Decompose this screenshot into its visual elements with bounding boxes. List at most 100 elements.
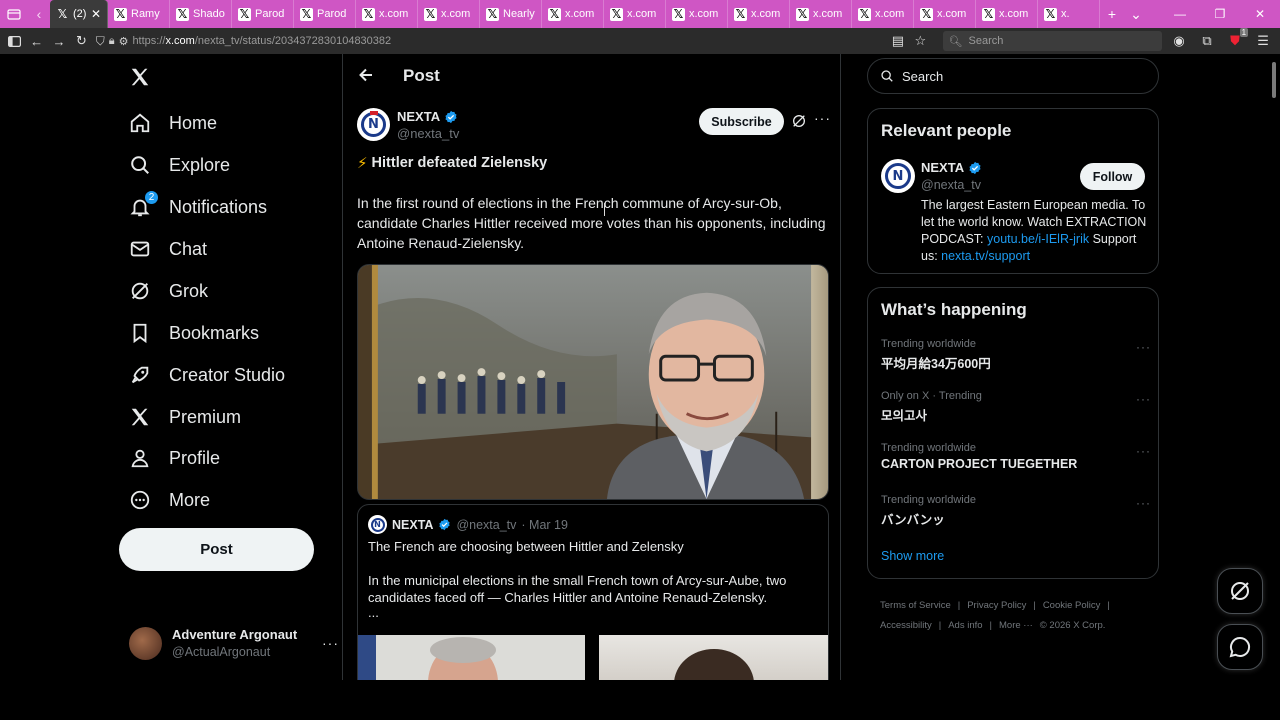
bookmark-star-icon[interactable]: ☆ [912, 30, 928, 52]
tab-list-chevron-icon[interactable]: ⌄ [1124, 0, 1148, 28]
avatar [129, 626, 162, 660]
browser-tab[interactable]: 𝕏x.com [542, 0, 604, 28]
trend-more-icon[interactable]: ··· [1136, 392, 1151, 406]
subscribe-button[interactable]: Subscribe [699, 108, 784, 135]
new-tab-button[interactable]: + [1100, 0, 1124, 28]
browser-tab[interactable]: 𝕏x.com [666, 0, 728, 28]
account-icon[interactable]: ◉ [1168, 30, 1190, 52]
account-switcher[interactable]: Adventure Argonaut @ActualArgonaut ··· [129, 624, 339, 662]
footer-link[interactable]: Terms of Service [880, 600, 951, 611]
menu-icon[interactable]: ☰ [1252, 30, 1274, 52]
reload-icon[interactable]: ↻ [73, 30, 89, 52]
browser-tab[interactable]: 𝕏 Nearly [480, 0, 542, 28]
sidebar-item-chat[interactable]: Chat [119, 229, 207, 269]
address-bar[interactable]: ⛉ 🔒︎ ⚙︎ https://x.com/nexta_tv/status/20… [96, 34, 756, 49]
post-button[interactable]: Post [119, 528, 314, 571]
back-arrow-icon[interactable] [357, 66, 375, 84]
browser-tab[interactable]: 𝕏x.com [418, 0, 480, 28]
footer-link[interactable]: More ··· [999, 620, 1033, 631]
follow-button[interactable]: Follow [1080, 163, 1145, 190]
sidebar-item-home[interactable]: Home [119, 103, 217, 143]
bio-link-support[interactable]: nexta.tv/support [941, 249, 1030, 263]
back-icon[interactable]: ← [28, 30, 44, 52]
browser-tab[interactable]: 𝕏x. [1038, 0, 1100, 28]
trend-meta: Trending worldwide [881, 338, 976, 350]
reader-view-icon[interactable]: ▤ [890, 30, 906, 52]
browser-tab[interactable]: 𝕏 Ramy [108, 0, 170, 28]
browser-tab[interactable]: 𝕏x.com [852, 0, 914, 28]
quoted-image-left[interactable] [358, 635, 585, 680]
more-dots-icon[interactable]: ··· [322, 635, 339, 651]
author-name-link[interactable]: NEXTA [397, 109, 458, 124]
forward-icon[interactable]: → [51, 30, 67, 52]
ublock-icon[interactable]: ⛊ 1 [1224, 28, 1249, 52]
trend-more-icon[interactable]: ··· [1136, 496, 1151, 510]
browser-tab[interactable]: 𝕏 Parod [294, 0, 356, 28]
browser-tab[interactable]: 𝕏x.com [356, 0, 418, 28]
trend-item[interactable]: Trending worldwide バンバンッ ··· [881, 494, 1151, 534]
x-favicon-icon: 𝕏 [982, 7, 995, 21]
sidebar-item-bookmarks[interactable]: Bookmarks [119, 313, 259, 353]
tab-scroll-left-icon[interactable]: ‹ [28, 0, 50, 28]
trend-item[interactable]: Trending worldwide CARTON PROJECT TUEGETH… [881, 442, 1151, 482]
trend-more-icon[interactable]: ··· [1136, 340, 1151, 354]
page-scrollbar[interactable] [1272, 62, 1276, 98]
post-image[interactable] [357, 264, 829, 500]
sidebar-item-explore[interactable]: Explore [119, 145, 230, 185]
grok-icon [129, 280, 151, 302]
verified-badge-icon [439, 518, 451, 531]
browser-tab[interactable]: 𝕏 Shado [170, 0, 232, 28]
browser-tab-label: x.com [379, 8, 409, 20]
quoted-image-right[interactable] [599, 635, 828, 680]
browser-tab[interactable]: 𝕏 (2) ✕ [50, 0, 108, 28]
sidebar-item-label: Notifications [169, 196, 268, 217]
sidebar-toggle-icon[interactable] [6, 30, 22, 52]
extensions-icon[interactable]: ⧉ [1196, 30, 1218, 52]
trend-name: 모의고사 [881, 409, 928, 423]
close-tab-icon[interactable]: ✕ [91, 7, 101, 21]
author-avatar[interactable]: N [357, 108, 390, 141]
search-input[interactable]: Search [867, 58, 1159, 94]
sidebar-item-more[interactable]: More [119, 480, 210, 520]
minimize-icon[interactable]: — [1160, 0, 1200, 28]
footer-link[interactable]: Cookie Policy [1043, 600, 1101, 611]
post-more-icon[interactable]: ··· [814, 110, 831, 126]
shield-icon[interactable]: ⛉ [96, 34, 105, 49]
sidebar-item-profile[interactable]: Profile [119, 438, 220, 478]
browser-tab[interactable]: 𝕏x.com [976, 0, 1038, 28]
footer-link[interactable]: © 2026 X Corp. [1040, 620, 1106, 631]
browser-tab[interactable]: 𝕏x.com [604, 0, 666, 28]
lock-icon[interactable]: 🔒︎ [109, 35, 115, 48]
permissions-icon[interactable]: ⚙︎ [119, 35, 129, 48]
footer-link[interactable]: Accessibility [880, 620, 932, 631]
browser-tab[interactable]: 𝕏x.com [790, 0, 852, 28]
quoted-post[interactable]: N NEXTA @nexta_tv · Mar 19 The French ar… [357, 504, 829, 680]
author-handle[interactable]: @nexta_tv [397, 126, 459, 141]
restore-icon[interactable]: ❐ [1200, 0, 1240, 28]
close-window-icon[interactable]: ✕ [1240, 0, 1280, 28]
relevant-name-link[interactable]: NEXTA [921, 160, 982, 175]
chat-fab-button[interactable] [1217, 624, 1263, 670]
footer-link[interactable]: Privacy Policy [967, 600, 1026, 611]
browser-tab[interactable]: 𝕏x.com [914, 0, 976, 28]
sidebar-item-creator-studio[interactable]: Creator Studio [119, 355, 285, 395]
workspaces-icon[interactable] [0, 0, 28, 28]
x-logo-icon[interactable] [129, 66, 153, 90]
trend-item[interactable]: Only on X · Trending 모의고사 ··· [881, 390, 1151, 430]
browser-tab[interactable]: 𝕏x.com [728, 0, 790, 28]
x-favicon-icon: 𝕏 [424, 7, 437, 21]
sidebar-item-grok[interactable]: Grok [119, 271, 208, 311]
footer-link[interactable]: Ads info [948, 620, 982, 631]
relevant-handle[interactable]: @nexta_tv [921, 178, 981, 192]
sidebar-item-premium[interactable]: Premium [119, 397, 241, 437]
browser-search-field[interactable]: 🔍︎ Search [942, 31, 1163, 51]
browser-tab[interactable]: 𝕏 Parod [232, 0, 294, 28]
grok-icon[interactable] [791, 113, 807, 129]
trend-more-icon[interactable]: ··· [1136, 444, 1151, 458]
bio-link-podcast[interactable]: youtu.be/i-IElR-jrik [987, 232, 1089, 246]
show-more-link[interactable]: Show more [881, 549, 944, 563]
trend-item[interactable]: Trending worldwide 平均月給34万600円 ··· [881, 338, 1151, 378]
sidebar-item-notifications[interactable]: 2 Notifications [119, 187, 267, 227]
relevant-avatar[interactable]: N [881, 159, 915, 193]
grok-fab-button[interactable] [1217, 568, 1263, 614]
